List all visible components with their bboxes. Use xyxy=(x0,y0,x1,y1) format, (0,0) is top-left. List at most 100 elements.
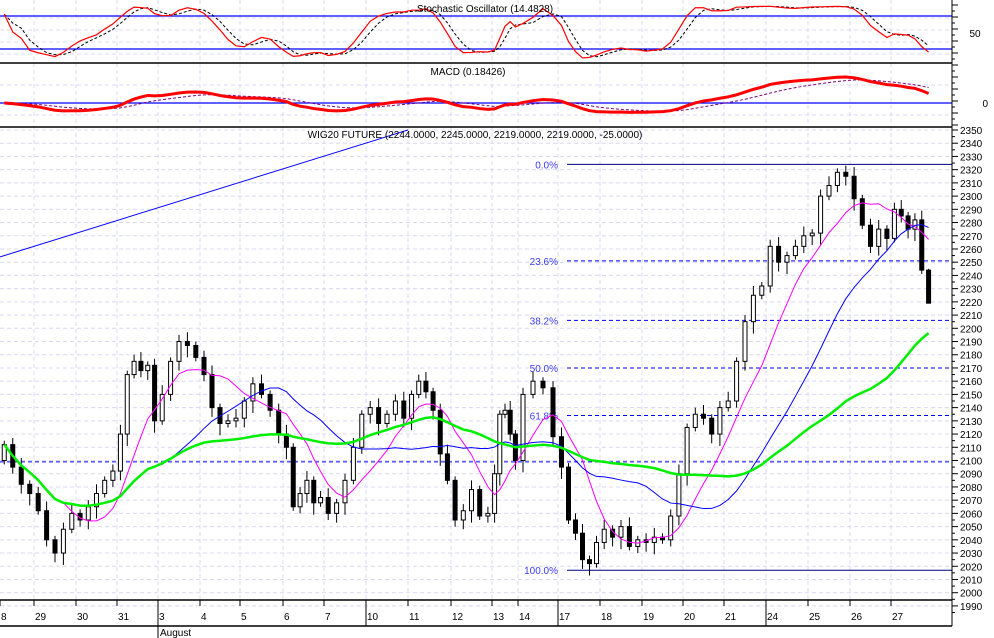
candle-body xyxy=(701,413,706,419)
candle-body xyxy=(573,519,578,534)
candle-body xyxy=(233,417,239,422)
y-tick-label: 2330 xyxy=(960,152,983,163)
x-tick-label: 27 xyxy=(892,612,904,623)
candle-body xyxy=(85,506,91,521)
x-tick-label: 12 xyxy=(452,612,464,623)
candle-body xyxy=(124,374,130,435)
macd-panel xyxy=(0,75,952,114)
x-tick-label: 8 xyxy=(1,612,7,623)
candle-body xyxy=(502,409,508,415)
candle-body xyxy=(35,493,41,512)
fib-label: 50.0% xyxy=(530,364,558,375)
candle-body xyxy=(430,391,436,411)
moving-average-8 xyxy=(3,202,929,544)
x-tick-label: 31 xyxy=(118,612,130,623)
candle-body xyxy=(342,479,348,504)
y-tick-label: 2160 xyxy=(960,377,983,388)
y-tick-label: 2210 xyxy=(960,311,983,322)
y-tick-label: 2170 xyxy=(960,364,983,375)
candle-body xyxy=(117,433,123,472)
month-label: August xyxy=(160,628,191,638)
candle-body xyxy=(851,175,857,200)
candle-body xyxy=(416,380,422,395)
x-tick-label: 4 xyxy=(201,612,207,623)
candle-body xyxy=(131,360,137,376)
candle-body xyxy=(676,473,682,517)
candle-body xyxy=(618,526,624,538)
candle-body xyxy=(759,285,765,296)
y-tick-label: 2340 xyxy=(960,139,983,150)
y-tick-label: 2300 xyxy=(960,192,983,203)
candle-body xyxy=(60,528,66,554)
y-tick-label: 2190 xyxy=(960,338,983,349)
y-tick-label: 1990 xyxy=(960,602,983,613)
candle-body xyxy=(898,208,904,217)
y-tick-label: 2110 xyxy=(960,443,982,454)
candle-body xyxy=(325,497,331,514)
candle-body xyxy=(102,479,108,495)
trendline xyxy=(0,129,409,258)
y-tick-label: 2010 xyxy=(960,575,983,586)
stochastic-axis-label: 50 xyxy=(969,29,981,40)
candle-body xyxy=(297,493,303,508)
candle-body xyxy=(684,426,690,475)
candle-body xyxy=(792,245,798,257)
x-tick-label: 6 xyxy=(284,612,290,623)
candle-body xyxy=(469,489,474,512)
candle-body xyxy=(367,407,373,415)
y-tick-label: 2240 xyxy=(960,271,983,282)
x-tick-label: 19 xyxy=(643,612,655,623)
x-tick-label: 11 xyxy=(409,612,420,623)
candle-body xyxy=(559,436,564,468)
candle-body xyxy=(318,497,324,504)
macd-axis-label: 0 xyxy=(982,99,988,110)
candle-body xyxy=(767,245,773,287)
candle-body xyxy=(477,489,483,517)
y-tick-label: 2350 xyxy=(960,126,983,137)
y-tick-label: 2060 xyxy=(960,509,983,520)
candle-body xyxy=(460,510,466,521)
candle-body xyxy=(241,400,247,419)
stochastic-label: Stochastic Oscillator (14.4828) xyxy=(417,4,553,15)
candle-body xyxy=(452,479,458,521)
candle-body xyxy=(750,294,756,323)
candle-body xyxy=(485,512,491,517)
candle-body xyxy=(201,356,207,376)
candle-body xyxy=(742,321,748,362)
candle-body xyxy=(152,364,158,422)
candle-body xyxy=(580,532,585,561)
candle-body xyxy=(334,502,340,514)
candle-body xyxy=(818,195,824,234)
candle-body xyxy=(225,420,231,424)
candle-body xyxy=(801,235,807,247)
x-tick-label: 29 xyxy=(35,612,47,623)
macd-line xyxy=(4,75,930,114)
candle-body xyxy=(384,413,390,424)
y-tick-label: 2200 xyxy=(960,324,983,335)
candle-body xyxy=(176,341,182,362)
candle-body xyxy=(276,409,282,435)
x-tick-label: 21 xyxy=(725,612,737,623)
fib-label: 0.0% xyxy=(535,160,558,171)
x-tick-label: 14 xyxy=(519,612,531,623)
candle-body xyxy=(507,409,513,435)
candle-body xyxy=(566,466,571,521)
candle-body xyxy=(725,400,731,409)
candle-body xyxy=(594,541,599,565)
candle-body xyxy=(626,526,632,547)
candle-body xyxy=(587,559,592,565)
candle-body xyxy=(540,380,546,389)
y-tick-label: 2150 xyxy=(960,390,983,401)
candle-body xyxy=(709,417,715,435)
y-tick-label: 2100 xyxy=(960,457,983,468)
candle-body xyxy=(530,380,536,395)
y-tick-label: 2020 xyxy=(960,562,983,573)
fib-label: 23.6% xyxy=(530,257,558,268)
candle-body xyxy=(110,470,116,481)
fib-label: 100.0% xyxy=(524,566,558,577)
candle-body xyxy=(209,374,215,409)
x-tick-label: 17 xyxy=(559,612,571,623)
candle-body xyxy=(259,383,264,395)
price-panel: 0.0%23.6%38.2%50.0%61.8%100.0% xyxy=(0,129,952,577)
candle-body xyxy=(437,409,443,455)
